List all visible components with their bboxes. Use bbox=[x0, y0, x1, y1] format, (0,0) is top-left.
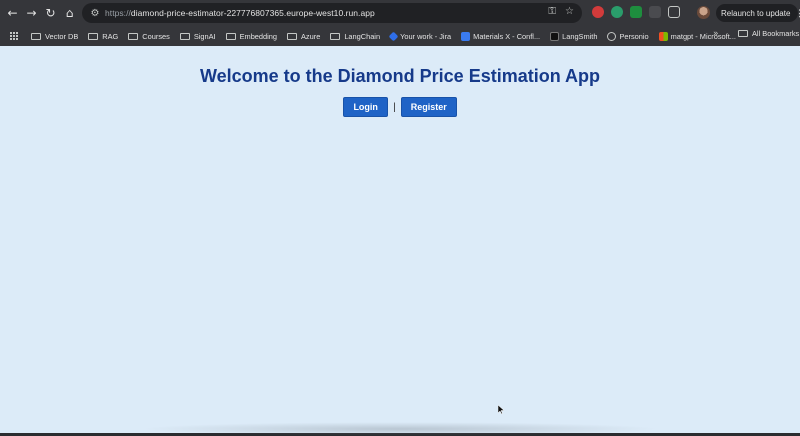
bookmarks-bar: Vector DB RAG Courses SignAI Embedding A… bbox=[0, 26, 800, 46]
bookmark-langchain[interactable]: LangChain bbox=[330, 32, 380, 41]
bookmark-label: RAG bbox=[102, 31, 119, 41]
extensions-puzzle-icon[interactable] bbox=[668, 6, 680, 18]
bookmark-courses[interactable]: Courses bbox=[128, 32, 170, 41]
url-text: https://diamond-price-estimator-22777680… bbox=[105, 8, 375, 18]
extensions-area bbox=[592, 6, 680, 18]
bookmark-label: matgpt - Microsoft... bbox=[670, 31, 736, 41]
folder-icon bbox=[31, 32, 41, 40]
folder-icon bbox=[128, 32, 139, 40]
site-settings-icon[interactable]: ⚙ bbox=[85, 8, 105, 19]
bookmark-label: Vector DB bbox=[45, 31, 79, 41]
bookmark-azure[interactable]: Azure bbox=[287, 32, 320, 41]
all-bookmarks[interactable]: All Bookmarks bbox=[738, 29, 799, 38]
bookmark-langsmith[interactable]: LangSmith bbox=[550, 31, 598, 41]
folder-icon bbox=[88, 32, 99, 40]
register-button[interactable]: Register bbox=[400, 97, 457, 117]
bookmark-star-icon[interactable]: ☆ bbox=[565, 6, 574, 17]
back-icon[interactable]: ← bbox=[3, 2, 22, 24]
bookmark-signai[interactable]: SignAI bbox=[179, 31, 216, 41]
personio-icon bbox=[607, 31, 617, 41]
extension-feather-icon[interactable] bbox=[649, 6, 661, 18]
bookmark-jira[interactable]: Your work - Jira bbox=[388, 31, 452, 41]
home-icon[interactable]: ⌂ bbox=[60, 2, 79, 24]
bookmark-label: Courses bbox=[142, 31, 170, 41]
folder-icon bbox=[179, 32, 190, 40]
jira-icon bbox=[388, 31, 399, 41]
mouse-cursor-icon bbox=[498, 405, 504, 414]
apps-grid-icon[interactable] bbox=[10, 31, 19, 41]
url-host: diamond-price-estimator-227776807365.eur… bbox=[130, 8, 375, 18]
profile-avatar[interactable] bbox=[697, 6, 710, 19]
extension-grammarly-icon[interactable] bbox=[611, 6, 623, 18]
bookmark-confluence[interactable]: Materials X - Confl... bbox=[461, 31, 541, 41]
bookmark-label: LangSmith bbox=[562, 31, 598, 41]
bottom-shadow bbox=[140, 422, 660, 436]
langsmith-icon bbox=[550, 31, 560, 41]
bookmark-label: Embedding bbox=[239, 31, 277, 41]
bookmark-label: Personio bbox=[619, 31, 649, 41]
folder-icon bbox=[738, 30, 748, 37]
microsoft-icon bbox=[658, 31, 668, 41]
bookmark-vector-db[interactable]: Vector DB bbox=[31, 32, 78, 41]
bookmark-label: LangChain bbox=[344, 31, 381, 41]
bookmark-rag[interactable]: RAG bbox=[88, 32, 118, 41]
separator: | bbox=[393, 101, 396, 113]
bookmark-personio[interactable]: Personio bbox=[607, 31, 649, 41]
address-bar[interactable]: ⚙ https://diamond-price-estimator-227776… bbox=[82, 3, 582, 23]
relaunch-button[interactable]: Relaunch to update ⋮ bbox=[716, 4, 800, 22]
bookmark-label: Azure bbox=[301, 31, 321, 41]
folder-icon bbox=[287, 32, 297, 40]
forward-icon[interactable]: → bbox=[22, 2, 41, 24]
auth-actions: Login | Register bbox=[0, 97, 800, 117]
bookmark-embedding[interactable]: Embedding bbox=[225, 31, 277, 41]
menu-dots-icon[interactable]: ⋮ bbox=[795, 8, 800, 19]
all-bookmarks-label: All Bookmarks bbox=[752, 29, 800, 38]
url-scheme: https:// bbox=[105, 8, 131, 18]
extension-red-icon[interactable] bbox=[592, 6, 604, 18]
login-button[interactable]: Login bbox=[343, 97, 389, 117]
bookmark-label: SignAI bbox=[193, 31, 216, 41]
folder-icon bbox=[225, 32, 236, 40]
reload-icon[interactable]: ↻ bbox=[41, 2, 60, 24]
more-bookmarks-chevron-icon[interactable]: » bbox=[713, 29, 719, 39]
bookmark-label: Your work - Jira bbox=[400, 31, 452, 41]
bookmark-label: Materials X - Confl... bbox=[473, 31, 541, 41]
password-key-icon[interactable]: ⚿ bbox=[548, 6, 556, 17]
folder-icon bbox=[330, 32, 341, 40]
page-title: Welcome to the Diamond Price Estimation … bbox=[199, 66, 601, 86]
extension-sheets-icon[interactable] bbox=[630, 6, 642, 18]
confluence-icon bbox=[461, 31, 471, 41]
relaunch-label: Relaunch to update bbox=[721, 8, 791, 18]
browser-chrome: ← → ↻ ⌂ ⚙ https://diamond-price-estimato… bbox=[0, 0, 800, 46]
bookmark-matgpt[interactable]: matgpt - Microsoft... bbox=[658, 31, 736, 41]
